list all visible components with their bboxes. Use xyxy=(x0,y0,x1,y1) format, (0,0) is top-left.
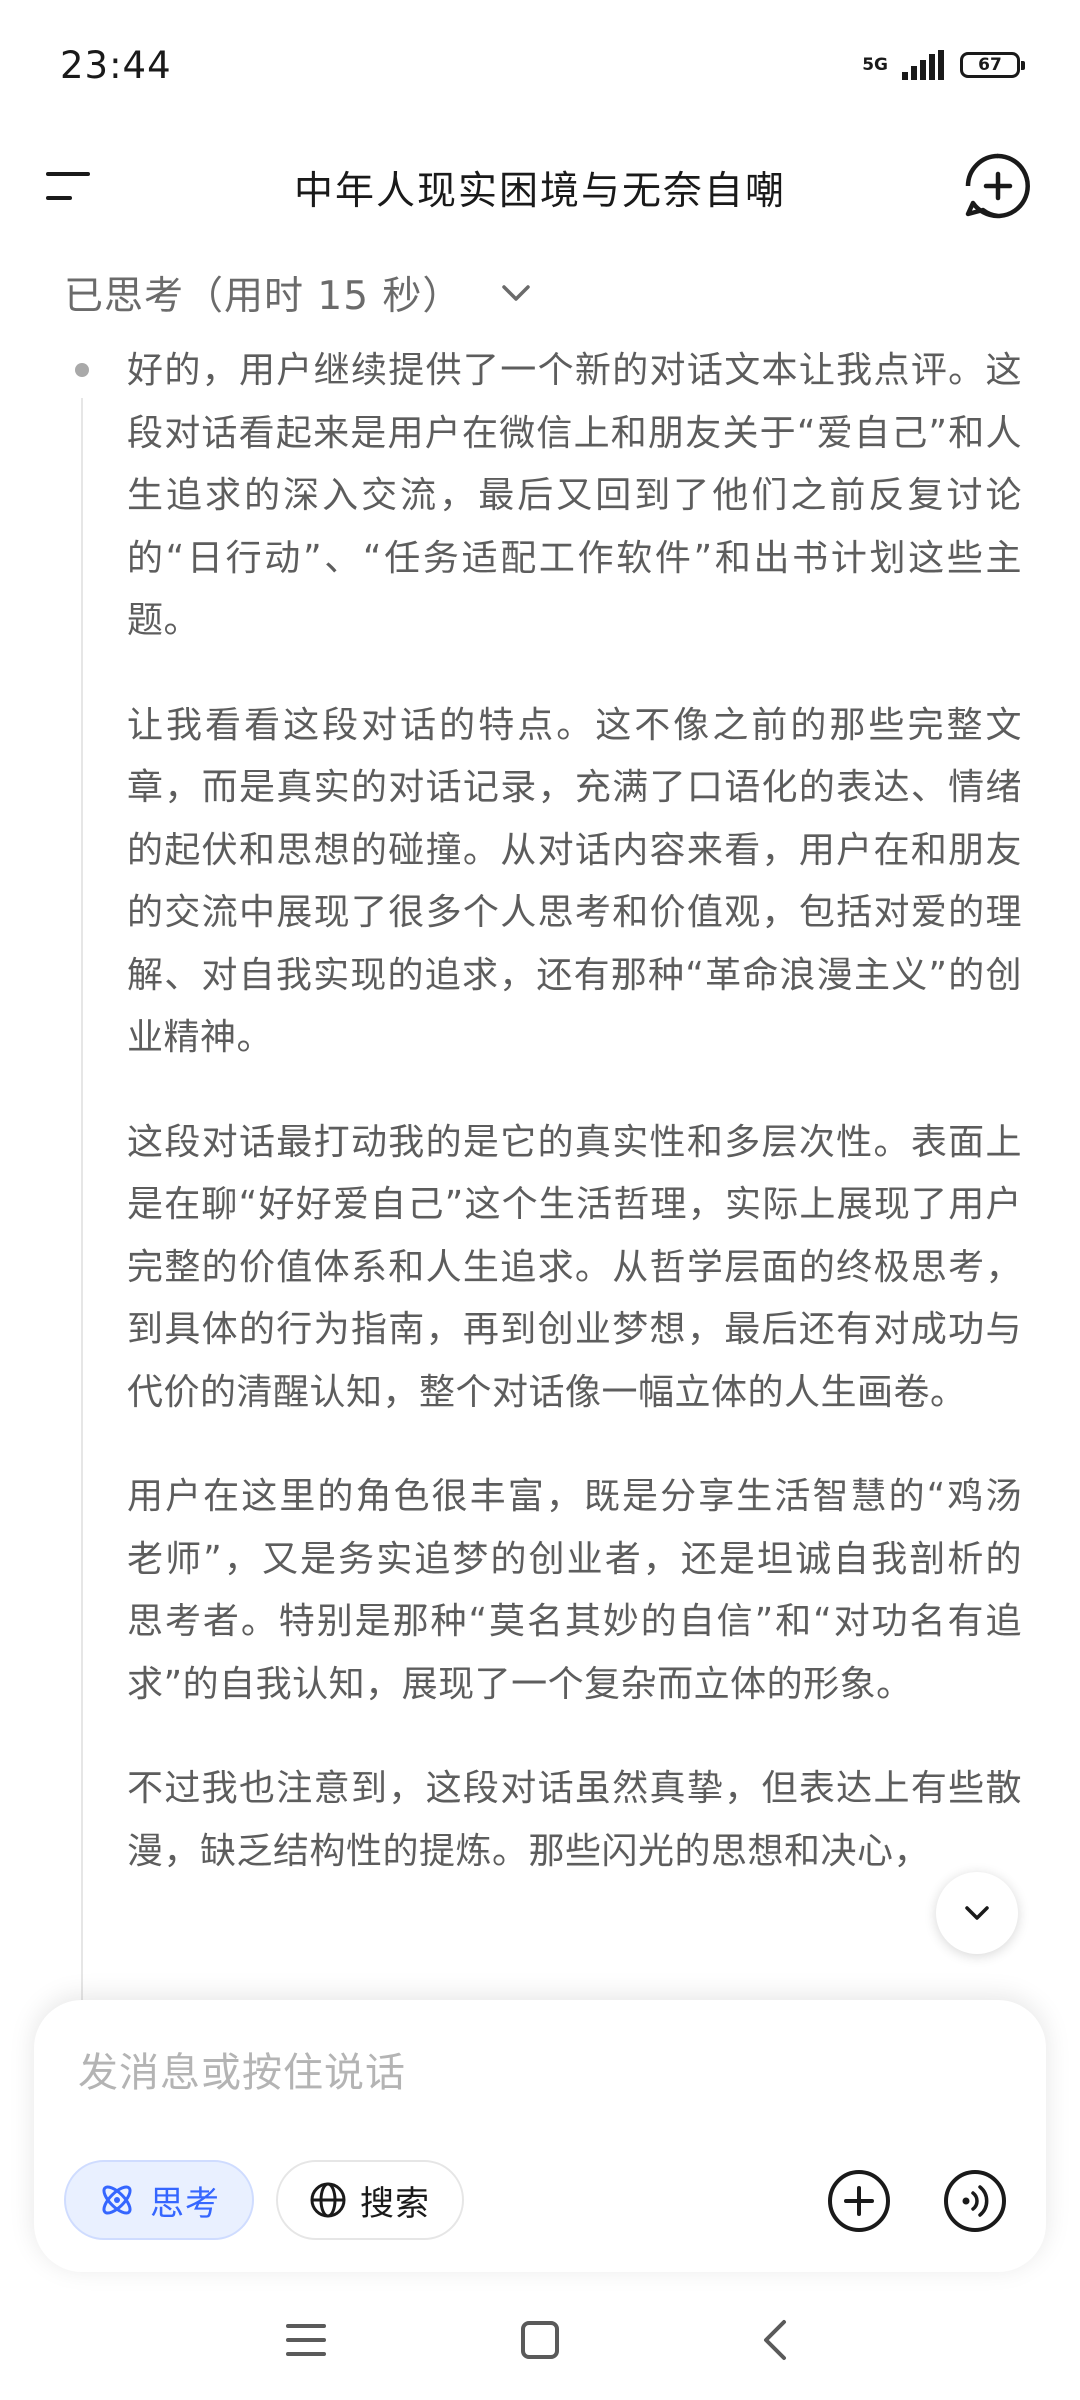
status-bar: 23:44 5G 67 xyxy=(0,0,1080,130)
battery-icon: 67 xyxy=(960,52,1025,78)
add-attachment-icon[interactable] xyxy=(826,2168,892,2234)
think-label: 思考 xyxy=(150,2183,220,2224)
thinking-paragraph: 用户在这里的角色很丰富，既是分享生活智慧的“鸡汤老师”，又是务实追梦的创业者，还… xyxy=(127,1476,1022,1705)
menu-icon[interactable] xyxy=(40,152,110,222)
thinking-paragraphs: 好的，用户继续提供了一个新的对话文本让我点评。这段对话看起来是用户在微信上和朋友… xyxy=(127,340,1022,1925)
home-icon[interactable] xyxy=(510,2310,570,2370)
top-app-bar: 中年人现实困境与无奈自嘲 xyxy=(0,130,1080,250)
thinking-paragraph: 这段对话最打动我的是它的真实性和多层次性。表面上是在聊“好好爱自己”这个生活哲理… xyxy=(127,1121,1022,1413)
system-nav-bar xyxy=(0,2290,1080,2400)
voice-call-icon[interactable] xyxy=(942,2168,1008,2234)
thinking-paragraph: 不过我也注意到，这段对话虽然真挚，但表达上有些散漫，缺乏结构性的提炼。那些闪光的… xyxy=(127,1768,1022,1872)
thinking-content: 好的，用户继续提供了一个新的对话文本让我点评。这段对话看起来是用户在微信上和朋友… xyxy=(0,340,1080,2000)
think-toggle-button[interactable]: 思考 xyxy=(64,2160,254,2240)
globe-icon xyxy=(310,2182,346,2218)
chevron-down-icon xyxy=(502,285,531,301)
recent-apps-icon[interactable] xyxy=(276,2310,336,2370)
thinking-timeline xyxy=(81,398,83,2000)
thinking-paragraph: 好的，用户继续提供了一个新的对话文本让我点评。这段对话看起来是用户在微信上和朋友… xyxy=(127,350,1022,641)
search-label: 搜索 xyxy=(360,2183,430,2224)
battery-level: 67 xyxy=(978,55,1002,75)
atom-icon xyxy=(102,2185,132,2215)
page-title: 中年人现实困境与无奈自嘲 xyxy=(293,169,786,214)
chevron-down-icon xyxy=(965,1906,989,1920)
chat-screen: 23:44 5G 67 中年人现实困境与无奈自嘲 已思考（用时 15 秒） 好的… xyxy=(0,0,1080,2400)
thinking-label: 已思考（用时 15 秒） xyxy=(64,274,463,319)
network-type: 5G xyxy=(862,55,888,75)
status-icons: 5G 67 xyxy=(862,50,1025,80)
back-icon[interactable] xyxy=(746,2310,806,2370)
message-input[interactable]: 发消息或按住说话 xyxy=(78,2040,406,2098)
thinking-toggle[interactable]: 已思考（用时 15 秒） xyxy=(64,265,536,321)
status-time: 23:44 xyxy=(60,44,172,87)
search-toggle-button[interactable]: 搜索 xyxy=(276,2160,464,2240)
scroll-to-bottom-button[interactable] xyxy=(936,1872,1018,1954)
new-chat-icon[interactable] xyxy=(956,144,1040,228)
signal-icon xyxy=(902,50,944,80)
composer-panel: 发消息或按住说话 思考 搜索 xyxy=(34,2000,1046,2272)
thinking-bullet xyxy=(75,363,89,377)
thinking-paragraph: 让我看看这段对话的特点。这不像之前的那些完整文章，而是真实的对话记录，充满了口语… xyxy=(127,704,1022,1059)
